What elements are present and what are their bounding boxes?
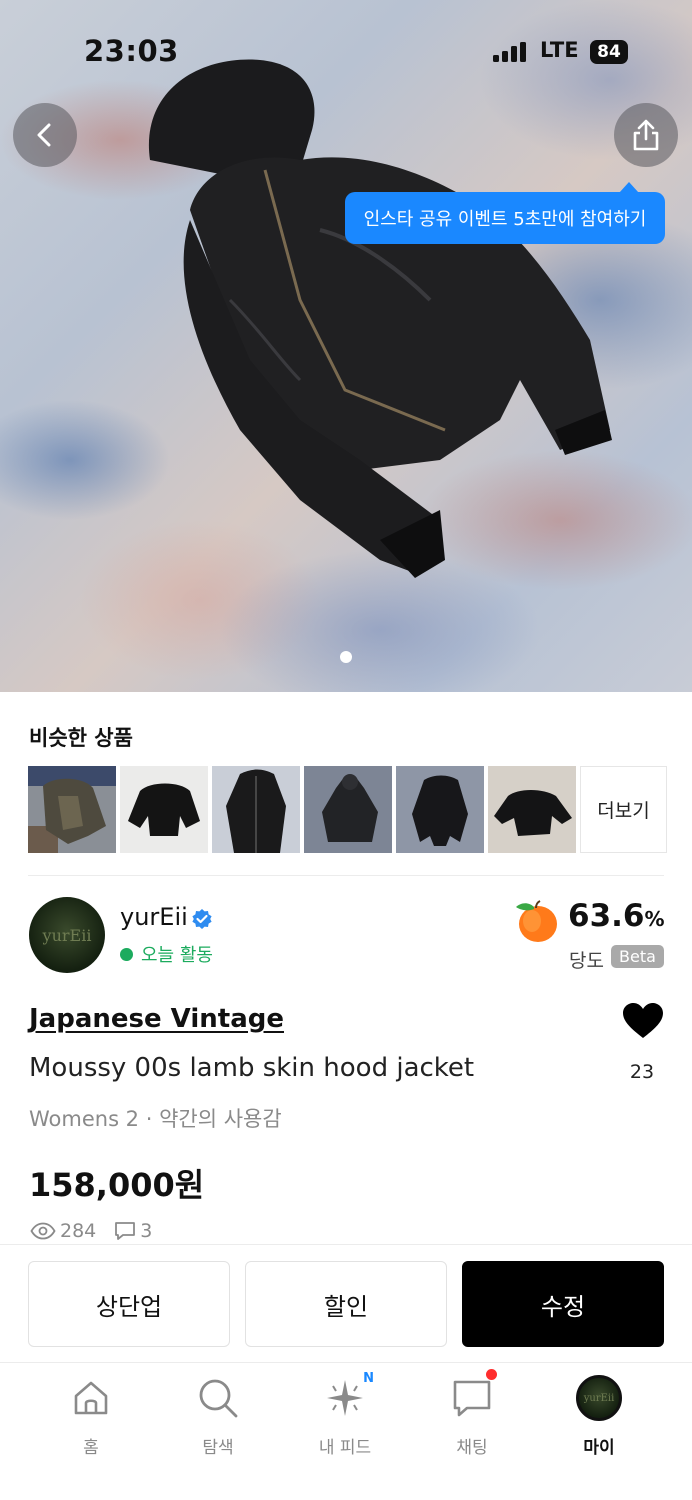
nav-label: 마이	[583, 1438, 615, 1458]
nav-my-feed[interactable]: N 내 피드	[290, 1371, 400, 1458]
action-bar: 상단업 할인 수정	[0, 1244, 692, 1362]
activity-text: 오늘 활동	[141, 945, 213, 966]
product-thumb-image	[304, 766, 392, 853]
instagram-event-tooltip[interactable]: 인스타 공유 이벤트 5초만에 참여하기	[345, 182, 665, 244]
similar-product-thumb[interactable]	[488, 766, 576, 853]
similar-product-thumb[interactable]	[396, 766, 484, 853]
home-icon	[74, 1381, 108, 1415]
product-thumb-image	[396, 766, 484, 853]
back-button[interactable]	[13, 103, 77, 167]
product-title: Moussy 00s lamb skin hood jacket	[29, 1053, 475, 1083]
battery-indicator: 84	[590, 40, 628, 64]
nav-label: 홈	[83, 1438, 99, 1458]
status-bar: 23:03 LTE 84	[0, 0, 692, 100]
brand-link[interactable]: Japanese Vintage	[29, 1004, 284, 1034]
beta-badge: Beta	[611, 945, 664, 968]
avatar-text: yurEii	[583, 1392, 615, 1404]
pagination-dot	[340, 651, 352, 663]
product-stats: 284 3	[30, 1220, 152, 1242]
like-count: 23	[629, 1061, 655, 1083]
sweetness-score: 63.6%	[568, 898, 665, 934]
sparkle-icon	[327, 1380, 363, 1416]
comment-icon	[115, 1222, 136, 1240]
chevron-left-icon	[37, 123, 51, 147]
clock: 23:03	[84, 34, 179, 68]
seller-avatar[interactable]: yurEii	[29, 897, 105, 973]
jacket-photo	[148, 59, 612, 578]
view-count: 284	[60, 1220, 97, 1242]
online-dot-icon	[120, 947, 133, 961]
peach-icon	[516, 900, 557, 942]
activity-status: 오늘 활동	[120, 941, 213, 967]
sweetness-label: 당도	[569, 950, 604, 972]
product-thumb-image	[28, 766, 116, 853]
nav-chat[interactable]: 채팅	[417, 1369, 527, 1458]
nav-label: 내 피드	[318, 1438, 372, 1458]
product-price: 158,000원	[29, 1166, 205, 1204]
product-image[interactable]: 23:03 LTE 84 인스타 공유 이벤트 5초만에 참여하기	[0, 0, 692, 692]
share-button[interactable]	[614, 103, 678, 167]
nav-label: 탐색	[202, 1438, 234, 1458]
sweetness-unit: %	[644, 907, 665, 931]
share-icon	[633, 119, 659, 151]
similar-product-thumb[interactable]	[212, 766, 300, 853]
see-more-button[interactable]: 더보기	[580, 766, 667, 853]
similar-product-thumb[interactable]	[304, 766, 392, 853]
divider	[28, 875, 664, 876]
product-thumb-image	[120, 766, 208, 853]
similar-product-thumb[interactable]	[28, 766, 116, 853]
nav-my[interactable]: yurEii 마이	[544, 1375, 654, 1458]
like-heart-icon[interactable]	[622, 1002, 664, 1040]
image-pagination	[0, 651, 692, 663]
profile-avatar: yurEii	[576, 1375, 622, 1421]
discount-button[interactable]: 할인	[245, 1261, 447, 1347]
chat-icon	[453, 1380, 491, 1417]
new-badge: N	[363, 1371, 374, 1386]
similar-product-thumb[interactable]	[120, 766, 208, 853]
avatar-text: yurEii	[42, 925, 92, 945]
edit-button[interactable]: 수정	[462, 1261, 664, 1347]
nav-home[interactable]: 홈	[36, 1375, 146, 1458]
similar-products-title: 비슷한 상품	[29, 726, 133, 750]
search-icon	[199, 1379, 238, 1418]
nav-label: 채팅	[456, 1438, 488, 1458]
eye-icon	[30, 1222, 56, 1240]
signal-icon	[493, 42, 526, 62]
bump-button[interactable]: 상단업	[28, 1261, 230, 1347]
notification-dot-icon	[486, 1369, 497, 1380]
tooltip-text: 인스타 공유 이벤트 5초만에 참여하기	[363, 209, 647, 230]
product-thumb-image	[212, 766, 300, 853]
similar-products-list: 더보기	[28, 766, 667, 853]
sweetness-value: 63.6	[568, 898, 645, 934]
product-meta: Womens 2 · 약간의 사용감	[29, 1107, 282, 1131]
bottom-navigation: 홈 탐색 N 내 피드 채팅 yurEii 마이	[0, 1362, 692, 1500]
network-type: LTE	[540, 38, 579, 62]
nav-search[interactable]: 탐색	[163, 1375, 273, 1458]
seller-name[interactable]: yurEii	[120, 903, 188, 931]
comment-count: 3	[140, 1220, 153, 1242]
verified-badge-icon	[192, 909, 212, 929]
product-thumb-image	[488, 766, 576, 853]
